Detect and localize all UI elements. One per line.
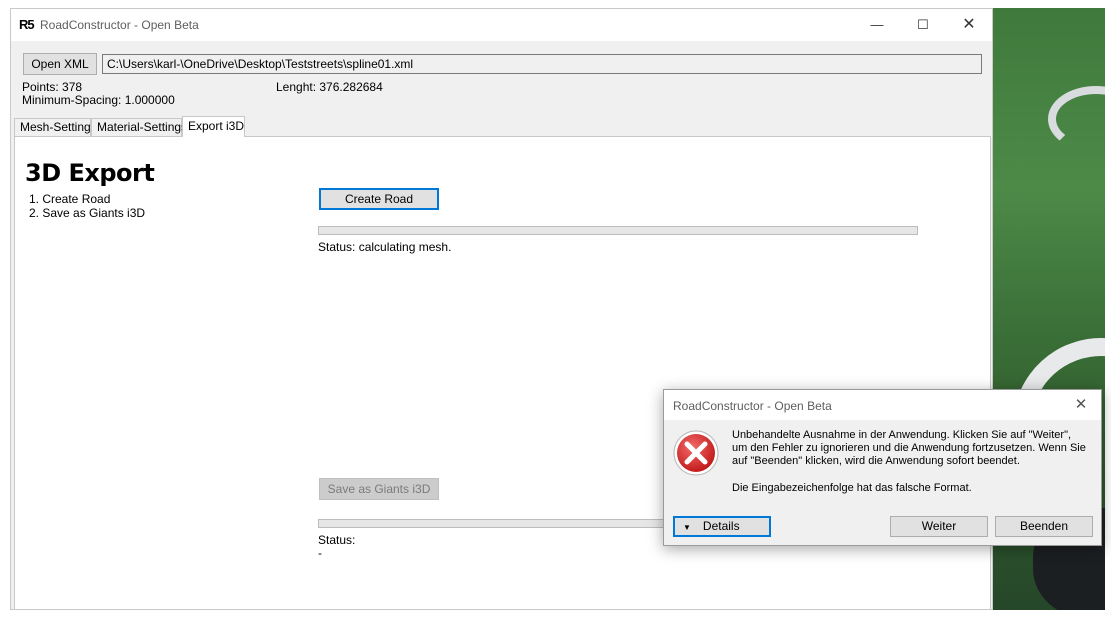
dialog-title-bar[interactable]: RoadConstructor - Open Beta ✕ xyxy=(664,390,1101,420)
quit-button[interactable]: Beenden xyxy=(995,516,1093,537)
app-logo: R5 xyxy=(19,17,35,32)
min-spacing-label: Minimum-Spacing: 1.000000 xyxy=(22,93,175,107)
open-xml-button[interactable]: Open XML xyxy=(23,53,97,75)
details-button[interactable]: ▼ Details xyxy=(673,516,771,537)
save-status-value: - xyxy=(318,546,322,560)
maximize-button[interactable]: ☐ xyxy=(900,9,946,41)
dialog-detail-message: Die Eingabezeichenfolge hat das falsche … xyxy=(732,482,972,494)
tab-mesh-settings[interactable]: Mesh-Settings xyxy=(14,118,97,136)
close-button[interactable]: ✕ xyxy=(946,9,992,41)
save-status-text: Status: xyxy=(318,533,356,547)
dialog-message: Unbehandelte Ausnahme in der Anwendung. … xyxy=(732,429,1087,468)
chevron-down-icon: ▼ xyxy=(683,523,691,532)
details-label: Details xyxy=(702,519,740,533)
points-label: Points: 378 xyxy=(22,80,83,94)
file-path-field[interactable]: C:\Users\karl-\OneDrive\Desktop\Teststre… xyxy=(102,54,982,74)
dialog-title: RoadConstructor - Open Beta xyxy=(673,399,832,413)
continue-button[interactable]: Weiter xyxy=(890,516,988,537)
step-save-giants: 2. Save as Giants i3D xyxy=(29,206,146,220)
tab-material-settings[interactable]: Material-Settings xyxy=(91,118,187,136)
length-label: Lenght: 376.282684 xyxy=(276,80,383,94)
dialog-close-button[interactable]: ✕ xyxy=(1061,390,1101,420)
window-title: RoadConstructor - Open Beta xyxy=(40,18,199,32)
minimize-button[interactable]: — xyxy=(854,9,900,41)
error-icon xyxy=(673,430,719,476)
create-road-button[interactable]: Create Road xyxy=(319,188,439,210)
background-photo-detail xyxy=(1048,86,1105,152)
step-create-road: 1. Create Road xyxy=(29,192,111,206)
dialog-message-line: Unbehandelte Ausnahme in der Anwendung. … xyxy=(732,429,1072,441)
dialog-message-line: um den Fehler zu ignorieren und die Anwe… xyxy=(732,442,1086,454)
save-giants-button[interactable]: Save as Giants i3D xyxy=(319,478,439,500)
error-dialog: RoadConstructor - Open Beta ✕ Unbehandel… xyxy=(663,389,1102,546)
dialog-message-line: auf "Beenden" klicken, wird die Anwendun… xyxy=(732,455,1020,467)
create-status-text: Status: calculating mesh. xyxy=(318,240,452,254)
tab-export-i3d[interactable]: Export i3D xyxy=(182,116,245,137)
title-bar[interactable]: R5 RoadConstructor - Open Beta — ☐ ✕ xyxy=(11,9,992,41)
create-progress-bar xyxy=(318,226,918,235)
page-title: 3D Export xyxy=(25,159,155,187)
